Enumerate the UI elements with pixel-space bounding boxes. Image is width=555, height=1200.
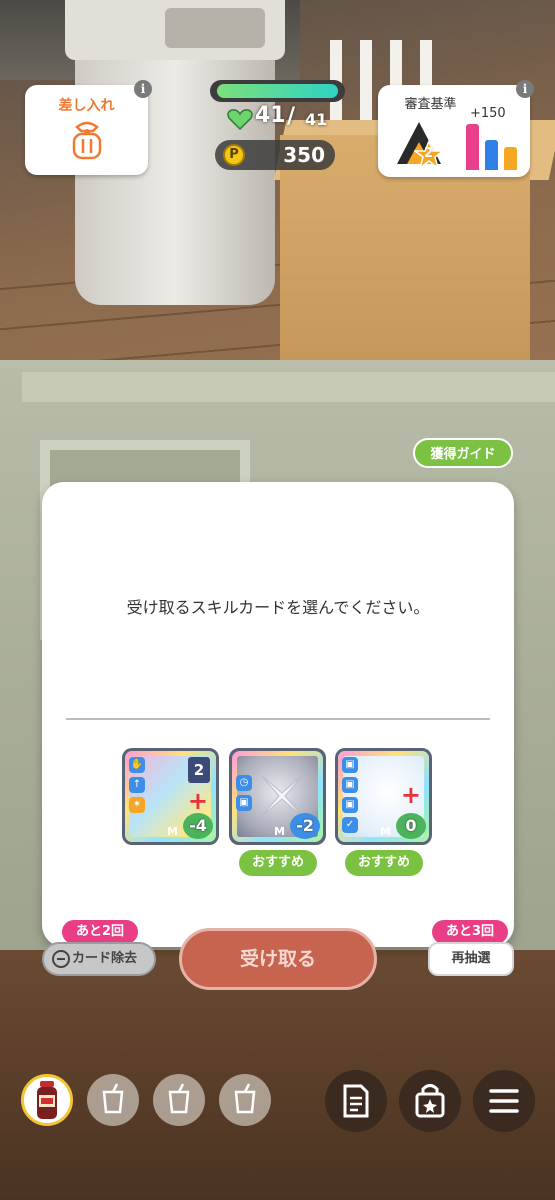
stamina-bar (210, 80, 345, 102)
menu-icon (489, 1089, 519, 1113)
card-cost-bottom: -2 (290, 813, 320, 839)
remove-card-button[interactable]: カード除去 (42, 942, 156, 976)
criteria-bonus: +150 (470, 106, 506, 121)
gift-panel[interactable]: 差し入れ (25, 85, 148, 175)
rank-number: 2 (424, 146, 434, 161)
remove-card-label: カード除去 (72, 951, 138, 966)
criteria-bar (504, 147, 517, 170)
drink-slot-empty[interactable] (219, 1074, 271, 1126)
square-icon: ▣ (342, 757, 358, 773)
acquisition-guide-button[interactable]: 獲得ガイド (413, 438, 513, 468)
plus-icon: + (187, 787, 208, 815)
recommended-badge: おすすめ (345, 850, 423, 876)
check-icon: ✓ (342, 817, 358, 833)
gift-label: 差し入れ (58, 98, 115, 114)
memo-button[interactable] (325, 1070, 387, 1132)
drink-slot-filled[interactable] (21, 1074, 73, 1126)
gift-info-icon[interactable]: i (134, 80, 152, 98)
memo-icon (343, 1084, 369, 1118)
cup-icon (234, 1083, 256, 1114)
receive-button[interactable]: 受け取る (179, 928, 377, 990)
card-effect-icons: ✋ ↑ ✶ (129, 757, 147, 841)
criteria-bar (466, 124, 479, 170)
stamina-separator: / (287, 104, 296, 129)
plus-icon: + (400, 781, 421, 809)
skill-card-3[interactable]: ▣ ▣ ▣ ✓ + 0 M (335, 748, 432, 845)
square-icon: ▣ (342, 797, 358, 813)
dialog-message: 受け取るスキルカードを選んでください。 (126, 598, 430, 617)
skill-card-dialog: 受け取るスキルカードを選んでください。 ✋ ↑ ✶ 2 + -4 M ◷ ▣ -2 M… (42, 482, 514, 947)
card-cost-bottom: -4 (183, 813, 213, 839)
dialog-divider (66, 718, 490, 720)
redraw-button[interactable]: 再抽選 (428, 942, 514, 976)
card-effect-icons: ◷ ▣ (236, 775, 254, 842)
cup-icon (102, 1083, 124, 1114)
up-arrow-icon: ↑ (129, 777, 145, 793)
item-bag-button[interactable] (399, 1070, 461, 1132)
gear-icon: ✶ (129, 797, 145, 813)
card-cost-bottom: 0 (396, 813, 426, 839)
stamina-bar-fill (217, 84, 338, 98)
card-mark: M (274, 825, 285, 838)
card-mark: M (380, 825, 391, 838)
energy-drink-icon (37, 1081, 57, 1119)
drink-slot-empty[interactable] (87, 1074, 139, 1126)
stamina-max: 41 (305, 110, 328, 129)
skill-card-1[interactable]: ✋ ↑ ✶ 2 + -4 M (122, 748, 219, 845)
timer-icon: ◷ (236, 775, 252, 791)
gift-bag-icon (72, 121, 102, 160)
card-cost-top: 2 (188, 757, 210, 783)
card-effect-icons: ▣ ▣ ▣ ✓ (342, 757, 360, 841)
trash-bin-lid (65, 0, 285, 60)
stamina-current: 41 (255, 103, 286, 128)
minus-icon (52, 950, 70, 968)
drink-slot-empty[interactable] (153, 1074, 205, 1126)
recommended-badge: おすすめ (239, 850, 317, 876)
square-icon: ▣ (342, 777, 358, 793)
skill-card-2[interactable]: ◷ ▣ -2 M (229, 748, 326, 845)
point-coin-icon: P (223, 144, 245, 166)
redraw-remaining-badge: あと3回 (432, 920, 508, 944)
points-value: 350 (283, 143, 325, 167)
criteria-bar (485, 140, 498, 170)
menu-button[interactable] (473, 1070, 535, 1132)
criteria-label: 審査基準 (404, 97, 457, 112)
hand-icon: ✋ (129, 757, 145, 773)
remove-remaining-badge: あと2回 (62, 920, 138, 944)
table-edge (22, 372, 555, 402)
card-mark: M (167, 825, 178, 838)
heart-icon (227, 109, 253, 130)
criteria-info-icon[interactable]: i (516, 80, 534, 98)
points-counter: P 350 (215, 140, 335, 170)
square-icon: ▣ (236, 795, 252, 811)
cup-icon (168, 1083, 190, 1114)
shop-bag-icon (415, 1084, 445, 1118)
